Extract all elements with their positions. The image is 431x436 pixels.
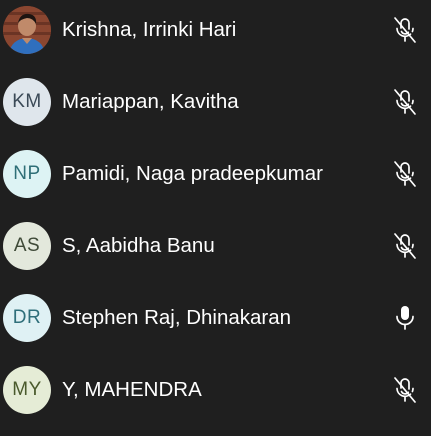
avatar-initials: MY (12, 379, 42, 400)
participant-name: Y, MAHENDRA (62, 378, 202, 401)
avatar: MY (3, 366, 51, 414)
participant-name: Mariappan, Kavitha (62, 90, 239, 113)
avatar-initials: KM (12, 91, 42, 112)
participant-name: Pamidi, Naga pradeepkumar (62, 162, 323, 185)
participant-row[interactable]: KM Mariappan, Kavitha (0, 72, 431, 132)
participant-name: Krishna, Irrinki Hari (62, 18, 237, 41)
mic-icon[interactable] (392, 304, 418, 332)
mic-off-icon[interactable] (392, 88, 418, 116)
participant-row[interactable]: MY Y, MAHENDRA (0, 360, 431, 420)
avatar (3, 6, 51, 54)
avatar: KM (3, 78, 51, 126)
participant-row[interactable]: Krishna, Irrinki Hari (0, 0, 431, 60)
avatar-initials: NP (13, 163, 41, 184)
participant-name: S, Aabidha Banu (62, 234, 215, 257)
avatar-initials: DR (12, 307, 42, 328)
avatar: DR (3, 294, 51, 342)
mic-off-icon[interactable] (392, 16, 418, 44)
avatar-initials: AS (13, 235, 41, 256)
participant-row[interactable]: DR Stephen Raj, Dhinakaran (0, 288, 431, 348)
mic-off-icon[interactable] (392, 376, 418, 404)
participant-row[interactable]: AS S, Aabidha Banu (0, 216, 431, 276)
avatar: NP (3, 150, 51, 198)
mic-off-icon[interactable] (392, 232, 418, 260)
participant-row[interactable]: NP Pamidi, Naga pradeepkumar (0, 144, 431, 204)
mic-off-icon[interactable] (392, 160, 418, 188)
avatar: AS (3, 222, 51, 270)
participants-list: Krishna, Irrinki Hari KM Mariappan, Kavi… (0, 0, 431, 436)
avatar-photo-image (3, 6, 51, 54)
participant-name: Stephen Raj, Dhinakaran (62, 306, 292, 329)
